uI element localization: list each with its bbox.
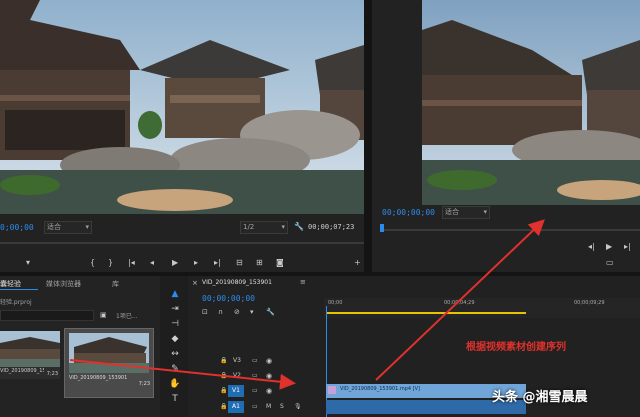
sequence-tab[interactable]: VID_20190809_153901 bbox=[202, 279, 272, 286]
program-fit-label: 适合 bbox=[445, 208, 459, 216]
ruler-label: 00;00 bbox=[328, 300, 343, 306]
insert-icon[interactable]: ⊟ bbox=[236, 258, 243, 268]
nest-icon[interactable]: ⊡ bbox=[202, 307, 208, 317]
sync-icon[interactable]: ▭ bbox=[252, 356, 258, 366]
wrench-icon[interactable]: 🔧 bbox=[266, 307, 275, 317]
annotation-text: 根据视频素材创建序列 bbox=[466, 342, 566, 353]
export-frame-icon[interactable]: ▭ bbox=[606, 258, 614, 268]
close-icon[interactable]: × bbox=[192, 278, 198, 288]
project-panel: 囊轻验 媒体浏览器 库 轻验.prproj ▣ 1项已... VID_20190… bbox=[0, 276, 160, 417]
clip-name: VID_20190809_15390... bbox=[0, 368, 44, 374]
play-icon[interactable]: ▶ bbox=[172, 258, 178, 268]
program-fit-select[interactable]: 适合 ▾ bbox=[442, 206, 490, 219]
add-button-icon[interactable]: + bbox=[354, 258, 361, 268]
hand-tool-icon[interactable]: ✋ bbox=[168, 378, 182, 390]
go-to-in-icon[interactable]: |◂ bbox=[128, 258, 135, 268]
sync-icon[interactable]: ▭ bbox=[252, 402, 258, 412]
track-label[interactable]: V2 bbox=[230, 371, 244, 381]
sync-icon[interactable]: ▭ bbox=[252, 386, 258, 396]
watermark-text: 头条 @湘雪晨晨 bbox=[492, 390, 588, 405]
eye-icon[interactable]: ◉ bbox=[266, 356, 272, 366]
ripple-edit-tool-icon[interactable]: ⊣ bbox=[168, 318, 182, 330]
tab-library[interactable]: 库 bbox=[112, 279, 119, 289]
video-clip-label: VID_20190809_153901.mp4 [V] bbox=[340, 386, 421, 392]
bin-icon[interactable]: ▣ bbox=[100, 310, 107, 320]
project-search-input[interactable] bbox=[0, 310, 94, 321]
tab-media-browser[interactable]: 媒体浏览器 bbox=[46, 279, 81, 289]
pen-tool-icon[interactable]: ✎ bbox=[168, 363, 182, 375]
ruler-label: 00;00;04;29 bbox=[444, 300, 475, 306]
microphone-icon[interactable]: 🎙 bbox=[294, 402, 302, 412]
panel-divider-vertical bbox=[364, 0, 372, 275]
tab-project-label: 囊轻验 bbox=[0, 280, 21, 288]
sync-icon[interactable]: ▭ bbox=[252, 371, 258, 381]
work-area-bar[interactable] bbox=[326, 312, 526, 314]
track-select-tool-icon[interactable]: ⇥ bbox=[168, 303, 182, 315]
marker-icon[interactable]: ▾ bbox=[26, 258, 30, 268]
fx-icon bbox=[328, 386, 336, 394]
timeline-timecode: 00;00;00;00 bbox=[202, 294, 255, 303]
project-file-name: 轻验.prproj bbox=[0, 299, 32, 306]
clip-name: VID_20190809_153901 bbox=[69, 375, 128, 381]
clip-duration: 7;23 bbox=[46, 371, 58, 377]
type-tool-icon[interactable]: T bbox=[168, 393, 182, 405]
step-back-icon[interactable]: ◂ bbox=[150, 258, 154, 268]
program-timecode: 00;00;00;00 bbox=[382, 208, 435, 217]
time-ruler[interactable]: 00;00 00;00;04;29 00;00;09;29 bbox=[324, 298, 640, 318]
sequence-tab-menu-icon[interactable]: ≡ bbox=[300, 278, 306, 286]
go-to-out-icon[interactable]: ▸| bbox=[624, 242, 631, 252]
linked-selection-icon[interactable]: ⊘ bbox=[234, 307, 240, 317]
chevron-down-icon: ▾ bbox=[85, 223, 89, 231]
source-resolution-label: 1/2 bbox=[243, 223, 255, 231]
lock-icon[interactable]: 🔒 bbox=[220, 402, 227, 412]
source-duration: 00;00;07;23 bbox=[308, 223, 355, 231]
clip-duration: 7;23 bbox=[138, 381, 150, 387]
ruler-label: 00;00;09;29 bbox=[574, 300, 605, 306]
mute-button[interactable]: M bbox=[266, 402, 271, 412]
lock-icon[interactable]: 🔒 bbox=[220, 371, 227, 381]
source-resolution-select[interactable]: 1/2 ▾ bbox=[240, 221, 288, 234]
step-forward-icon[interactable]: ◂| bbox=[588, 242, 595, 252]
lock-icon[interactable]: 🔒 bbox=[220, 356, 227, 366]
clip-thumbnail-selected[interactable]: VID_20190809_153901 7;23 bbox=[64, 328, 154, 398]
track-v3: V3 🔒 ▭ ◉ bbox=[188, 354, 640, 368]
track-v2: V2 🔒 ▭ ◉ bbox=[188, 369, 640, 383]
source-monitor: 0;00;00 适合 ▾ 1/2 ▾ 🔧 00;00;07;23 ▾ { } |… bbox=[0, 0, 364, 272]
track-label[interactable]: A1 bbox=[228, 401, 244, 413]
go-to-out-icon[interactable]: ▸| bbox=[214, 258, 221, 268]
source-fit-label: 适合 bbox=[47, 223, 61, 231]
wrench-icon[interactable]: 🔧 bbox=[294, 222, 304, 232]
solo-button[interactable]: S bbox=[280, 402, 284, 412]
eye-icon[interactable]: ◉ bbox=[266, 386, 272, 396]
in-point-icon[interactable]: { bbox=[90, 258, 95, 268]
clip-thumbnail[interactable]: VID_20190809_15390... 7;23 bbox=[0, 331, 60, 379]
export-frame-icon[interactable]: ◙ bbox=[276, 258, 284, 268]
source-timecode: 0;00;00 bbox=[0, 223, 34, 232]
eye-icon[interactable]: ◉ bbox=[266, 371, 272, 381]
lock-icon[interactable]: 🔒 bbox=[220, 386, 227, 396]
program-monitor: 00;00;00;00 适合 ▾ ▶ ◂| ▸| ▭ bbox=[372, 0, 640, 275]
chevron-down-icon: ▾ bbox=[281, 223, 285, 231]
tab-active-underline bbox=[0, 289, 38, 290]
selection-tool-icon[interactable]: ▲ bbox=[168, 288, 182, 300]
razor-tool-icon[interactable]: ◆ bbox=[168, 333, 182, 345]
track-label[interactable]: V1 bbox=[228, 385, 244, 397]
slip-tool-icon[interactable]: ↔ bbox=[168, 348, 182, 360]
out-point-icon[interactable]: } bbox=[108, 258, 113, 268]
step-forward-icon[interactable]: ▸ bbox=[194, 258, 198, 268]
track-label[interactable]: V3 bbox=[230, 356, 244, 366]
source-scrub-bar[interactable] bbox=[0, 242, 364, 244]
snap-icon[interactable]: ∩ bbox=[218, 307, 223, 317]
play-icon[interactable]: ▶ bbox=[606, 242, 612, 252]
source-video-frame bbox=[0, 0, 364, 214]
program-scrub-bar[interactable] bbox=[380, 229, 640, 231]
marker-icon[interactable]: ▾ bbox=[250, 307, 254, 317]
playhead-icon[interactable] bbox=[380, 224, 384, 232]
tab-project[interactable]: 囊轻验 bbox=[0, 279, 21, 289]
item-count: 1项已... bbox=[116, 313, 138, 320]
source-fit-select[interactable]: 适合 ▾ bbox=[44, 221, 92, 234]
overwrite-icon[interactable]: ⊞ bbox=[256, 258, 263, 268]
program-video-frame bbox=[422, 0, 640, 205]
chevron-down-icon: ▾ bbox=[483, 208, 487, 216]
